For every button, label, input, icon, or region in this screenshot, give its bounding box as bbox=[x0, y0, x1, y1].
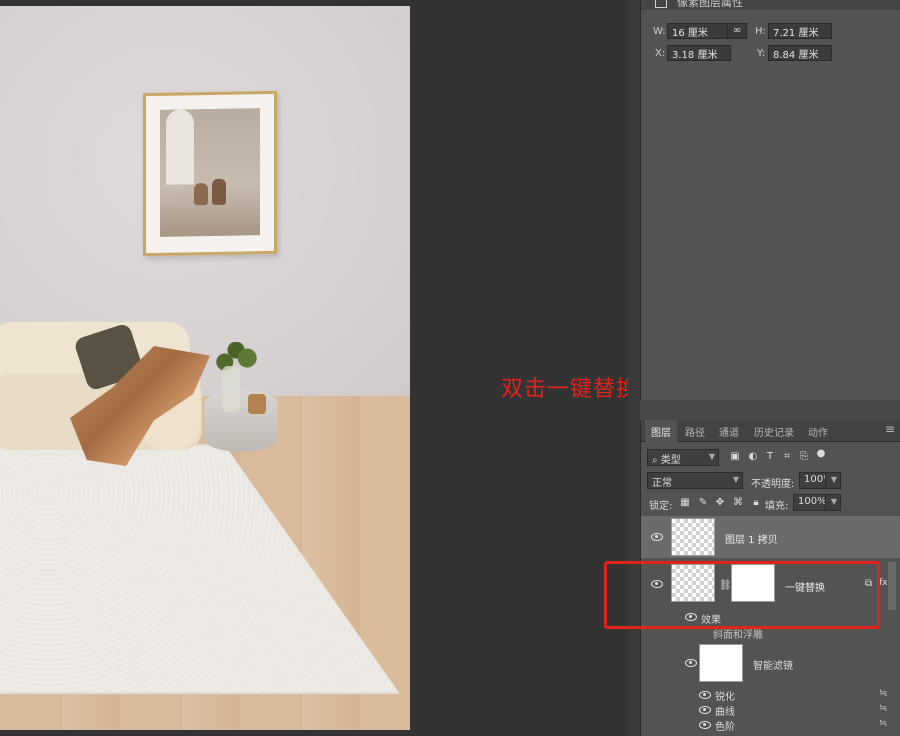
height-field[interactable] bbox=[768, 23, 832, 39]
type-filter-icon[interactable]: T bbox=[764, 451, 776, 463]
tab-paths[interactable]: 路径 bbox=[685, 424, 705, 439]
fx-icon[interactable]: fx bbox=[879, 578, 888, 588]
document-canvas[interactable] bbox=[0, 6, 410, 730]
panel-divider bbox=[640, 400, 900, 420]
smart-filter-mask-thumbnail[interactable] bbox=[699, 644, 743, 682]
arch-window-image bbox=[166, 109, 194, 185]
search-icon: ⌕ bbox=[652, 455, 658, 466]
vase-image bbox=[212, 178, 226, 205]
shape-filter-icon[interactable]: ⌗ bbox=[781, 451, 793, 463]
lock-label: 锁定: bbox=[649, 501, 673, 512]
lock-artboard-icon[interactable]: ⌘ bbox=[732, 497, 744, 509]
opacity-label: 不透明度: bbox=[751, 479, 795, 490]
chevron-down-icon: ▼ bbox=[732, 475, 739, 484]
chevron-down-icon: ▼ bbox=[708, 452, 715, 461]
adjustment-filter-icon[interactable]: ◐ bbox=[747, 451, 759, 463]
visibility-eye-icon[interactable] bbox=[699, 721, 711, 729]
layer-name[interactable]: 图层 1 拷贝 bbox=[725, 531, 778, 546]
visibility-eye-icon[interactable] bbox=[685, 659, 697, 667]
w-label: W: bbox=[653, 26, 666, 37]
opacity-slider-button[interactable]: ▼ bbox=[825, 472, 841, 489]
visibility-eye-icon[interactable] bbox=[699, 691, 711, 699]
h-label: H: bbox=[755, 26, 766, 37]
panel-tabs: 图层 路径 通道 历史记录 动作 ≡ bbox=[641, 420, 900, 442]
pixel-layer-icon bbox=[655, 0, 667, 8]
lock-position-icon[interactable]: ✥ bbox=[714, 497, 726, 509]
filter-options-icon[interactable]: ≒ bbox=[879, 688, 887, 699]
tab-layers[interactable]: 图层 bbox=[651, 424, 671, 439]
photoshop-window: 双击一键替换 像素图层属性 W: ∞ H: X: Y: 图层 路径 通道 历史记… bbox=[0, 0, 900, 736]
pixel-filter-icon[interactable]: ▣ bbox=[729, 451, 741, 463]
filter-item[interactable]: 色阶 bbox=[715, 718, 735, 733]
y-label: Y: bbox=[757, 48, 766, 59]
lock-transparent-icon[interactable]: ▦ bbox=[679, 497, 691, 509]
filter-options-icon[interactable]: ≒ bbox=[879, 703, 887, 714]
x-field[interactable] bbox=[667, 45, 731, 61]
filter-type-label: 类型 bbox=[660, 455, 681, 466]
filter-type-dropdown[interactable]: ⌕ 类型 ▼ bbox=[647, 449, 719, 466]
fill-value: 100% bbox=[798, 496, 827, 507]
candle-image bbox=[248, 394, 266, 414]
panel-menu-icon[interactable]: ≡ bbox=[885, 422, 895, 436]
chevron-down-icon: ▼ bbox=[830, 497, 837, 506]
blend-mode-dropdown[interactable]: 正常 ▼ bbox=[647, 472, 743, 489]
filter-item[interactable]: 锐化 bbox=[715, 688, 735, 703]
fill-label: 填充: bbox=[765, 501, 789, 512]
smart-filters-label[interactable]: 智能滤镜 bbox=[753, 657, 793, 672]
smart-object-filter-icon[interactable]: ⎘ bbox=[798, 451, 810, 463]
x-label: X: bbox=[655, 48, 666, 59]
filter-options-icon[interactable]: ≒ bbox=[879, 718, 887, 729]
visibility-eye-icon[interactable] bbox=[699, 706, 711, 714]
link-proportions-icon[interactable]: ∞ bbox=[727, 23, 747, 39]
glass-vase-image bbox=[222, 366, 240, 412]
fill-slider-button[interactable]: ▼ bbox=[825, 494, 841, 511]
layers-scrollbar[interactable] bbox=[888, 562, 896, 610]
properties-header: 像素图层属性 bbox=[641, 0, 900, 10]
layer-row[interactable]: 图层 1 拷贝 bbox=[641, 516, 900, 558]
filter-item[interactable]: 曲线 bbox=[715, 703, 735, 718]
filter-toggle-icon[interactable]: ● bbox=[815, 448, 827, 460]
blend-mode-label: 正常 bbox=[652, 478, 672, 489]
properties-title: 像素图层属性 bbox=[677, 0, 743, 9]
instruction-annotation: 双击一键替换 bbox=[501, 377, 640, 402]
tab-history[interactable]: 历史记录 bbox=[754, 424, 794, 439]
vase-image bbox=[194, 183, 208, 206]
chevron-down-icon: ▼ bbox=[830, 475, 837, 484]
width-field[interactable] bbox=[667, 23, 731, 39]
picture-frame-image bbox=[143, 90, 277, 257]
lock-all-icon[interactable]: 🔒︎ bbox=[750, 497, 762, 509]
y-field[interactable] bbox=[768, 45, 832, 61]
properties-panel: 像素图层属性 W: ∞ H: X: Y: bbox=[640, 0, 900, 400]
visibility-eye-icon[interactable] bbox=[651, 533, 663, 541]
lock-image-icon[interactable]: ✎ bbox=[697, 497, 709, 509]
side-table-image bbox=[204, 390, 278, 452]
highlight-annotation-box bbox=[604, 561, 880, 629]
tab-channels[interactable]: 通道 bbox=[719, 424, 739, 439]
layer-thumbnail bbox=[671, 518, 715, 556]
tab-actions[interactable]: 动作 bbox=[808, 424, 828, 439]
